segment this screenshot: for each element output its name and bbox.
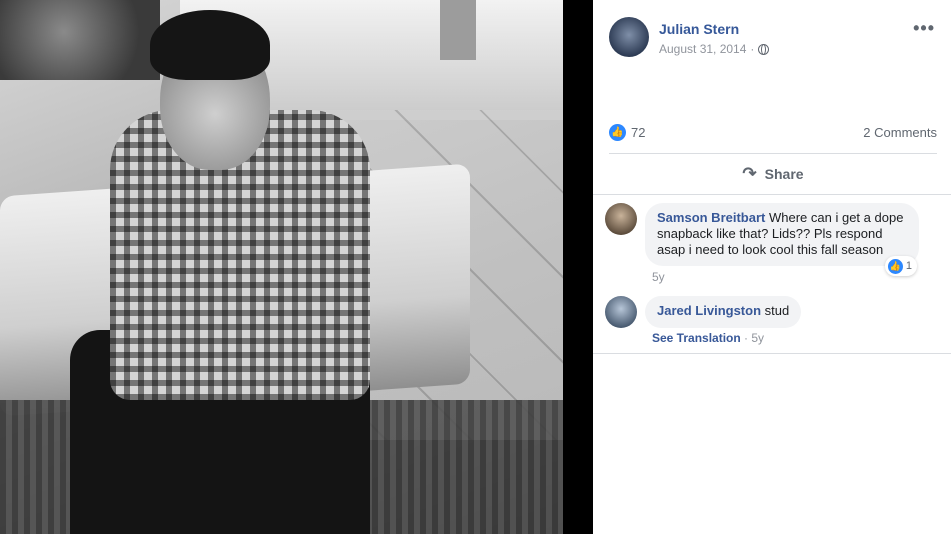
comment-bubble: Samson Breitbart Where can i get a dope … [645, 203, 919, 276]
commenter-name[interactable]: Jared Livingston [657, 303, 761, 318]
commenter-name[interactable]: Samson Breitbart [657, 210, 765, 225]
meta-separator: · [750, 42, 755, 56]
photo-pillar [440, 0, 476, 60]
comment-reaction-count: 1 [905, 260, 912, 272]
author-name[interactable]: Julian Stern [659, 21, 739, 37]
like-icon: 👍 [609, 123, 626, 141]
comment-item: Samson Breitbart Where can i get a dope … [605, 203, 919, 276]
divider [609, 153, 937, 154]
more-options-icon[interactable]: ••• [913, 18, 935, 39]
comments-count-link[interactable]: 2 Comments [863, 125, 937, 140]
post-date[interactable]: August 31, 2014 [659, 42, 746, 56]
photo-plant [0, 0, 160, 80]
comment-timestamp[interactable]: 5y [751, 331, 764, 345]
commenter-avatar[interactable] [605, 203, 637, 235]
post-meta: August 31, 2014 · [659, 42, 770, 56]
post-photo[interactable] [0, 0, 563, 534]
share-icon: ↷ [742, 164, 757, 183]
comment-bubble: Jared Livingston stud [645, 296, 802, 328]
action-separator: · [740, 331, 752, 345]
commenter-avatar[interactable] [605, 296, 637, 328]
author-avatar[interactable] [609, 17, 649, 57]
post-side-panel: Julian Stern August 31, 2014 · ••• 👍 72 … [593, 0, 951, 534]
like-summary[interactable]: 👍 72 [609, 123, 646, 141]
see-translation-link[interactable]: See Translation [652, 331, 741, 345]
divider [593, 353, 951, 354]
globe-icon[interactable] [758, 43, 770, 55]
post-header: Julian Stern August 31, 2014 · ••• [593, 0, 951, 70]
comment-item: Jared Livingston stud [605, 296, 802, 328]
comment-actions: See Translation · 5y [652, 331, 764, 345]
comment-reaction-badge[interactable]: 👍 1 [884, 256, 917, 276]
share-button[interactable]: ↷ Share [609, 158, 937, 190]
reactions-bar: 👍 72 2 Comments [609, 121, 937, 143]
share-label: Share [764, 166, 804, 182]
comment-text: stud [764, 303, 790, 318]
like-icon: 👍 [887, 258, 903, 274]
like-count: 72 [631, 124, 646, 140]
comment-timestamp[interactable]: 5y [652, 270, 665, 284]
divider [593, 194, 951, 195]
photo-viewer: Julian Stern August 31, 2014 · ••• 👍 72 … [0, 0, 951, 534]
photo-person-hair [150, 10, 270, 80]
